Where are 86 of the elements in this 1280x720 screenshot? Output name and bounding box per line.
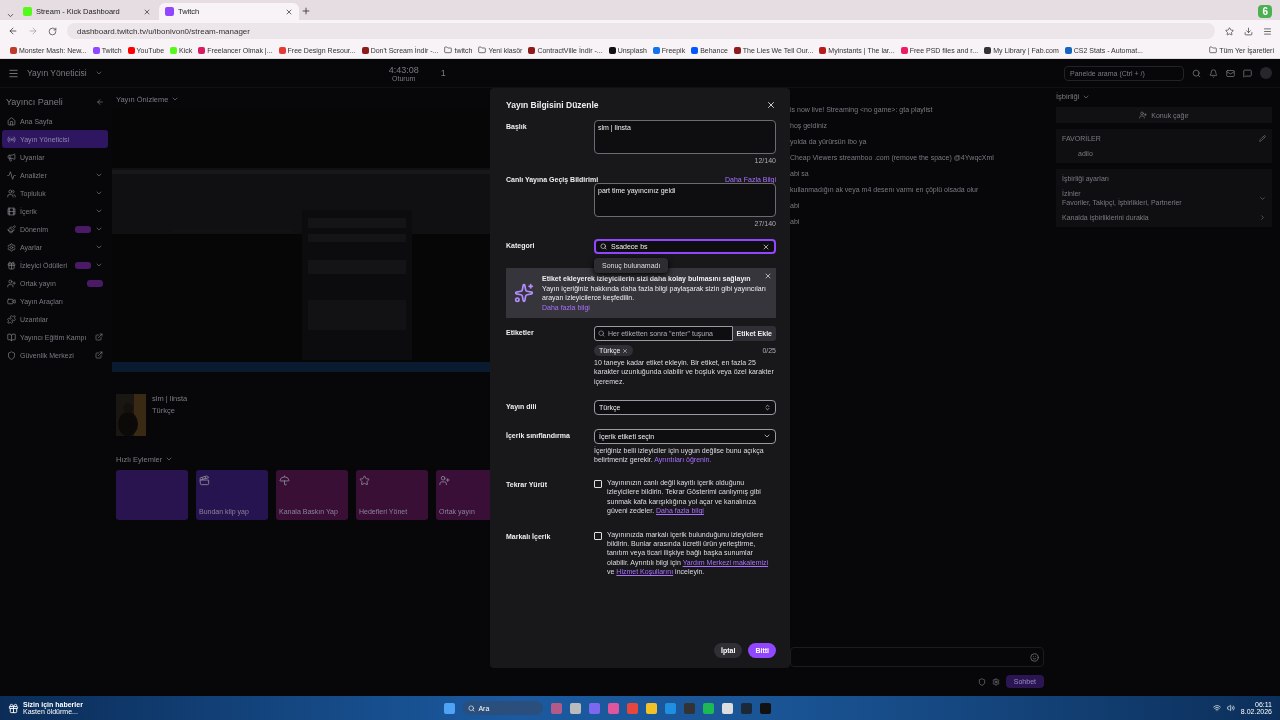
chevron-icon (95, 171, 103, 179)
shield-icon[interactable] (977, 677, 986, 686)
external-link-icon (95, 333, 103, 341)
chat-input[interactable] (790, 647, 1044, 667)
chevron-icon (95, 225, 103, 233)
home-icon (7, 116, 16, 126)
close-icon[interactable] (766, 100, 776, 110)
search-icon (600, 243, 607, 250)
star-icon (359, 475, 370, 486)
camera-icon (7, 296, 16, 306)
menu-icon[interactable] (1263, 26, 1272, 36)
tab-list-icon[interactable] (6, 11, 15, 20)
add-user-icon (1139, 111, 1148, 119)
umbrella-icon (279, 475, 290, 486)
chevron-icon (95, 207, 103, 215)
session-time: 4:43:08 (388, 64, 419, 75)
app-icon[interactable] (722, 702, 734, 714)
sidebar-title: Yayıncı Paneli (6, 97, 63, 107)
chevron-icon (95, 243, 103, 251)
megaphone-icon (7, 152, 16, 162)
gift-icon (7, 260, 16, 270)
remove-icon[interactable] (622, 347, 629, 354)
checkbox[interactable] (594, 479, 602, 488)
new-badge (75, 225, 91, 233)
close-icon[interactable] (285, 7, 293, 16)
close-icon[interactable] (764, 272, 772, 280)
external-link-icon (95, 351, 103, 359)
chevron-icon[interactable] (1259, 194, 1266, 202)
browser-icon[interactable] (665, 702, 677, 714)
chevron-icon[interactable] (171, 95, 180, 103)
dialog-title: Yayın Bilgisini Düzenle (506, 100, 599, 110)
collapse-icon[interactable] (96, 98, 104, 106)
new-badge (87, 279, 103, 287)
chevron-icon[interactable] (1259, 214, 1266, 221)
mail-icon[interactable] (1226, 68, 1235, 78)
new-tab-icon[interactable] (301, 6, 311, 16)
settings-icon (7, 242, 16, 252)
back-icon[interactable] (8, 26, 18, 36)
add-user-icon (7, 278, 16, 288)
book-icon (7, 332, 16, 342)
reload-icon[interactable] (48, 26, 57, 36)
page-title: Yayın Yöneticisi (27, 68, 87, 78)
shield-icon (7, 350, 16, 360)
chevron-icon (95, 189, 103, 197)
search-icon (468, 704, 476, 712)
download-icon[interactable] (1244, 26, 1253, 36)
folder-icon (1209, 46, 1218, 54)
emoji-icon[interactable] (1030, 652, 1039, 662)
menu-icon[interactable] (8, 67, 19, 79)
film-icon (7, 206, 16, 216)
app-icon[interactable] (703, 702, 715, 714)
checkbox[interactable] (594, 531, 602, 540)
chart-icon (7, 170, 16, 180)
puzzle-icon (7, 314, 16, 324)
forward-icon[interactable] (28, 26, 38, 36)
app-icon[interactable] (760, 702, 772, 714)
edit-icon[interactable] (1259, 135, 1266, 142)
new-badge (75, 261, 91, 269)
bookmark-star-icon[interactable] (1225, 26, 1234, 36)
viewer-count: 1 (440, 68, 446, 78)
bell-icon[interactable] (1209, 68, 1218, 78)
chevron-icon[interactable] (165, 455, 174, 463)
app-icon[interactable] (570, 702, 582, 714)
chevron-icon[interactable] (94, 69, 103, 77)
volume-icon[interactable] (1226, 704, 1235, 712)
chat-icon[interactable] (1243, 68, 1252, 78)
browser-icon[interactable] (627, 702, 639, 714)
address-bar[interactable]: dashboard.twitch.tv/u/ibonivon0/stream-manager (67, 23, 1215, 39)
clear-icon[interactable] (762, 242, 770, 251)
folder-icon (444, 46, 453, 54)
people-icon (7, 188, 16, 198)
search-icon (598, 330, 605, 338)
clapperboard-icon (199, 475, 210, 486)
sparkle-icon (514, 283, 534, 304)
settings-icon[interactable] (991, 677, 1000, 686)
folder-icon (478, 46, 487, 54)
brush-icon (7, 224, 16, 234)
add-user-icon (439, 475, 450, 486)
chevron-icon (95, 261, 103, 269)
news-icon[interactable] (8, 702, 19, 714)
folder-icon[interactable] (646, 702, 658, 714)
start-icon[interactable] (444, 702, 456, 714)
broadcast-icon (7, 134, 16, 144)
updown-icon (764, 403, 771, 411)
search-icon[interactable] (1192, 68, 1201, 78)
wifi-icon[interactable] (1212, 704, 1221, 712)
